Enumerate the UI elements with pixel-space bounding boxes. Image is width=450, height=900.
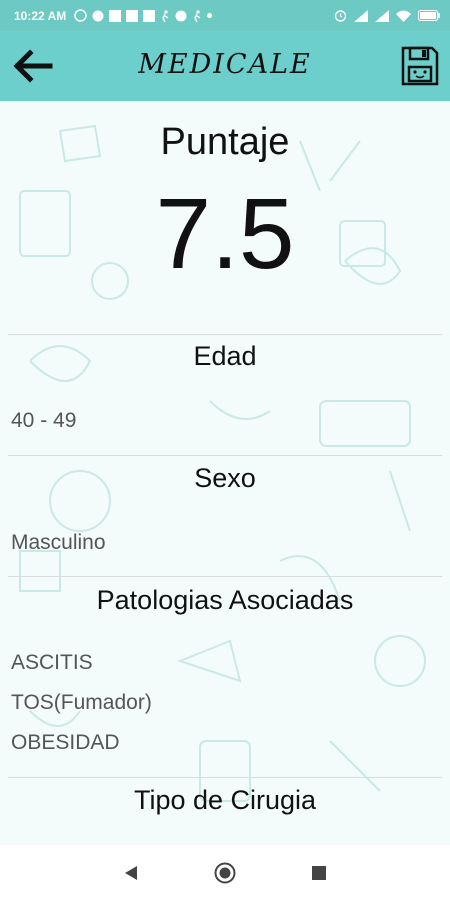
- nav-home-button[interactable]: [213, 861, 237, 885]
- back-triangle-icon: [125, 865, 137, 880]
- score-content[interactable]: Puntaje 7.5 Edad 40 - 49 Sexo Masculino …: [0, 101, 450, 845]
- chrome-icon: [175, 10, 187, 21]
- edad-title: Edad: [193, 341, 257, 371]
- status-time: 10:22 AM: [14, 8, 67, 23]
- facebook-icon: [126, 9, 139, 22]
- cirugia-title: Tipo de Cirugia: [133, 785, 317, 815]
- floppy-disk-icon: [401, 46, 439, 86]
- sexo-value: Masculino: [11, 531, 106, 554]
- patologia-item: TOS(Fumador): [11, 691, 152, 714]
- status-notification-icons: [74, 9, 213, 22]
- status-bar: 10:22 AM: [0, 0, 450, 31]
- save-button[interactable]: [400, 45, 440, 87]
- walk-icon: [162, 9, 169, 22]
- recents-square-icon: [312, 865, 326, 880]
- sexo-title: Sexo: [194, 463, 256, 493]
- home-circle-icon: [214, 862, 236, 883]
- divider: [8, 777, 442, 778]
- score-label: Puntaje: [160, 121, 290, 163]
- chrome-icon: [92, 10, 104, 21]
- battery-icon: [418, 10, 440, 21]
- patologias-title: Patologias Asociadas: [96, 585, 354, 615]
- nav-back-button[interactable]: [119, 861, 143, 885]
- whatsapp-icon: [74, 9, 87, 22]
- status-system-icons: [334, 0, 440, 31]
- notification-dot-icon: [207, 13, 213, 18]
- walk-icon: [194, 9, 201, 22]
- app-bar: MEDICALE: [0, 31, 450, 101]
- divider: [8, 576, 442, 577]
- facebook-icon: [109, 9, 122, 22]
- nav-recents-button[interactable]: [307, 861, 331, 885]
- system-navigation-bar: [0, 845, 450, 900]
- wifi-icon: [396, 10, 411, 22]
- facebook-icon: [143, 9, 156, 22]
- alarm-icon: [334, 10, 347, 22]
- patologia-item: ASCITIS: [11, 651, 93, 674]
- divider: [8, 455, 442, 456]
- score-value: 7.5: [155, 178, 295, 290]
- signal-icon: [375, 9, 389, 22]
- patologia-item: OBESIDAD: [11, 731, 120, 754]
- app-title: MEDICALE: [138, 49, 312, 80]
- edad-value: 40 - 49: [11, 409, 77, 432]
- divider: [8, 334, 442, 335]
- signal-icon: [354, 9, 368, 22]
